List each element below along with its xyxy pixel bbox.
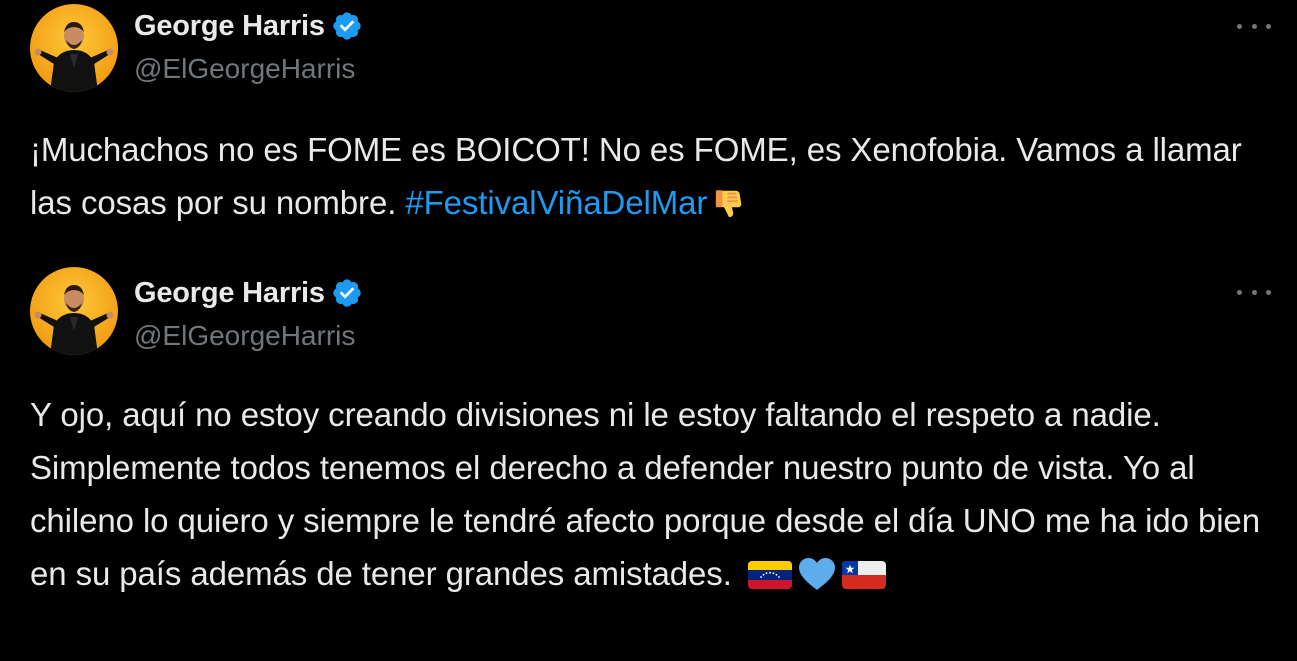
author-name[interactable]: George Harris [134, 10, 325, 43]
blue-heart-icon [797, 554, 837, 607]
tweet-text: Y ojo, aquí no estoy creando divisiones … [30, 388, 1270, 607]
dot-icon [1237, 289, 1242, 295]
dot-icon [1251, 289, 1257, 295]
avatar[interactable] [30, 4, 118, 92]
more-options-button[interactable] [1237, 16, 1271, 36]
author-handle[interactable]: @ElGeorgeHarris [134, 320, 363, 352]
hashtag-link[interactable]: #FestivalViñaDelMar [405, 184, 707, 221]
avatar[interactable] [30, 267, 118, 355]
more-options-button[interactable] [1237, 282, 1271, 302]
chile-flag-icon [841, 554, 887, 607]
tweet-text: ¡Muchachos no es FOME es BOICOT! No es F… [30, 123, 1270, 236]
dot-icon [1251, 23, 1257, 29]
thumbs-down-icon [713, 183, 747, 236]
dot-icon [1266, 23, 1271, 29]
verified-badge-icon [333, 12, 361, 40]
author-info[interactable]: George Harris @ElGeorgeHarris [134, 6, 363, 85]
author-info[interactable]: George Harris @ElGeorgeHarris [134, 273, 363, 352]
author-name[interactable]: George Harris [134, 277, 325, 310]
verified-badge-icon [333, 279, 361, 307]
dot-icon [1237, 23, 1242, 29]
author-handle[interactable]: @ElGeorgeHarris [134, 53, 363, 85]
venezuela-flag-icon [747, 554, 793, 607]
dot-icon [1266, 289, 1271, 295]
tweet-body: Y ojo, aquí no estoy creando divisiones … [30, 396, 1260, 592]
